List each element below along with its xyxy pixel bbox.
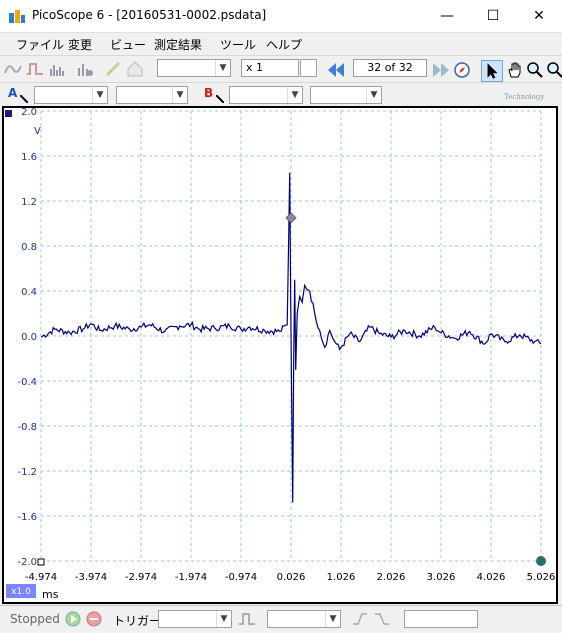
chevron-down-icon: ▼	[325, 611, 340, 627]
advanced-trigger-icon[interactable]	[238, 611, 256, 627]
zoom-out-icon[interactable]	[546, 61, 562, 79]
menu-tools[interactable]: ツール	[220, 36, 256, 53]
trigger-source-select[interactable]: ▼	[267, 610, 341, 628]
y-tick-label: 1.6	[21, 152, 37, 163]
menu-help[interactable]: ヘルプ	[266, 36, 302, 53]
zoom-in-icon[interactable]	[526, 61, 544, 79]
x-tick-label: -3.974	[75, 572, 107, 583]
next-buffer-icon[interactable]	[432, 61, 450, 79]
x-tick-label: 1.026	[327, 572, 356, 583]
chevron-down-icon: ▼	[366, 87, 381, 103]
y-tick-label: 0.8	[21, 242, 37, 253]
probe-icon[interactable]	[104, 60, 122, 78]
hand-tool-icon[interactable]	[506, 61, 524, 79]
chevron-down-icon: ▼	[215, 60, 230, 76]
right-ruler-handle[interactable]	[536, 556, 546, 566]
x-tick-label: -0.974	[225, 572, 257, 583]
channel-toolbar: A ▼ ▼ B ▼ ▼ Technology	[0, 82, 562, 107]
persistence-mode-icon[interactable]	[26, 60, 44, 78]
channel-a-coupling-select[interactable]: ▼	[116, 86, 188, 104]
x-tick-label: 4.026	[477, 572, 506, 583]
x-tick-label: 5.026	[527, 572, 556, 583]
x-tick-label: -1.974	[175, 572, 207, 583]
timebase-select[interactable]: ▼	[157, 59, 231, 77]
menu-bar: ファイル 変更 ビュー 測定結果 ツール ヘルプ	[0, 33, 562, 55]
channel-a-options-icon[interactable]	[20, 95, 28, 103]
start-icon[interactable]	[65, 611, 81, 627]
scope-view[interactable]: 2.0 1.6 1.2 0.8 0.4 0.0 -0.4 -0.8 -1.2 -1.6 -2.0 -…	[2, 106, 558, 604]
x-tick-label: 2.026	[377, 572, 406, 583]
picoscope-app-icon	[9, 10, 25, 23]
channel-b-options-icon[interactable]	[216, 95, 224, 103]
serial-decode-icon[interactable]	[76, 60, 94, 78]
y-tick-label: -0.8	[17, 422, 37, 433]
y-axis-ticks: 2.0 1.6 1.2 0.8 0.4 0.0 -0.4 -0.8 -1.2 -1.6 -2.0	[17, 107, 37, 568]
y-tick-label: 0.4	[21, 287, 37, 298]
title-bar: PicoScope 6 - [20160531-0002.psdata] — ☐…	[0, 0, 562, 33]
scope-mode-icon[interactable]	[4, 60, 22, 78]
buffer-position-field[interactable]: 32 of 32	[353, 59, 427, 77]
rising-edge-icon[interactable]	[352, 611, 368, 627]
falling-edge-icon[interactable]	[374, 611, 390, 627]
navigator-icon[interactable]	[453, 61, 471, 79]
y-tick-label: -2.0	[17, 557, 37, 568]
y-tick-label: 2.0	[21, 108, 37, 118]
pointer-tool-icon[interactable]	[481, 60, 503, 82]
x-tick-label: 3.026	[427, 572, 456, 583]
run-state-label: Stopped	[10, 612, 60, 626]
home-icon[interactable]	[126, 60, 144, 78]
chevron-down-icon: ▼	[287, 87, 302, 103]
maximize-button[interactable]: ☐	[470, 0, 516, 32]
channel-b-range-select[interactable]: ▼	[229, 86, 303, 104]
y-tick-label: -1.2	[17, 467, 37, 478]
channel-a-range-select[interactable]: ▼	[34, 86, 108, 104]
chevron-down-icon: ▼	[216, 611, 231, 627]
menu-file[interactable]: ファイル	[16, 36, 64, 53]
zoom-badge-text: x1.0	[11, 587, 31, 597]
stop-icon[interactable]	[86, 611, 102, 627]
previous-buffer-icon[interactable]	[327, 61, 345, 79]
menu-edit[interactable]: 変更	[68, 36, 92, 53]
chevron-down-icon: ▼	[172, 87, 187, 103]
y-tick-label: -0.4	[17, 377, 37, 388]
main-toolbar: ▼ x 1 32 of 32	[0, 55, 562, 82]
channel-b-coupling-select[interactable]: ▼	[310, 86, 382, 104]
y-tick-label: 1.2	[21, 197, 37, 208]
x-axis-unit: ms	[42, 588, 59, 601]
trigger-mode-select[interactable]: ▼	[158, 610, 232, 628]
status-bar: Stopped トリガー ▼ ▼	[0, 605, 562, 633]
minimize-button[interactable]: —	[424, 0, 470, 32]
left-ruler-handle[interactable]	[37, 558, 45, 566]
y-tick-label: -1.6	[17, 512, 37, 523]
x-axis-ticks: -4.974 -3.974 -2.974 -1.974 -0.974 0.026 1.026…	[25, 572, 555, 583]
menu-view[interactable]: ビュー	[110, 36, 146, 53]
window-title: PicoScope 6 - [20160531-0002.psdata]	[32, 8, 267, 22]
y-axis-unit: V	[34, 126, 41, 137]
trigger-level-input[interactable]	[404, 610, 478, 628]
y-tick-label: 0.0	[21, 332, 37, 343]
x-tick-label: -4.974	[25, 572, 57, 583]
spectrum-mode-icon[interactable]	[48, 60, 66, 78]
zoom-stepper[interactable]	[300, 59, 317, 77]
x-tick-label: -2.974	[125, 572, 157, 583]
channel-a-label[interactable]: A	[8, 86, 17, 100]
waveform-plot[interactable]: 2.0 1.6 1.2 0.8 0.4 0.0 -0.4 -0.8 -1.2 -1.6 -2.0 -…	[4, 107, 556, 602]
zoom-input[interactable]: x 1	[241, 59, 299, 77]
brand-logo-text: Technology	[504, 93, 545, 101]
menu-measurements[interactable]: 測定結果	[154, 36, 202, 53]
channel-b-label[interactable]: B	[204, 86, 213, 100]
chevron-down-icon: ▼	[92, 87, 107, 103]
close-button[interactable]: ✕	[516, 0, 562, 32]
x-tick-label: 0.026	[277, 572, 306, 583]
channel-a-axis-marker	[5, 110, 12, 117]
trigger-marker[interactable]	[285, 212, 297, 224]
trigger-label: トリガー	[113, 614, 162, 628]
